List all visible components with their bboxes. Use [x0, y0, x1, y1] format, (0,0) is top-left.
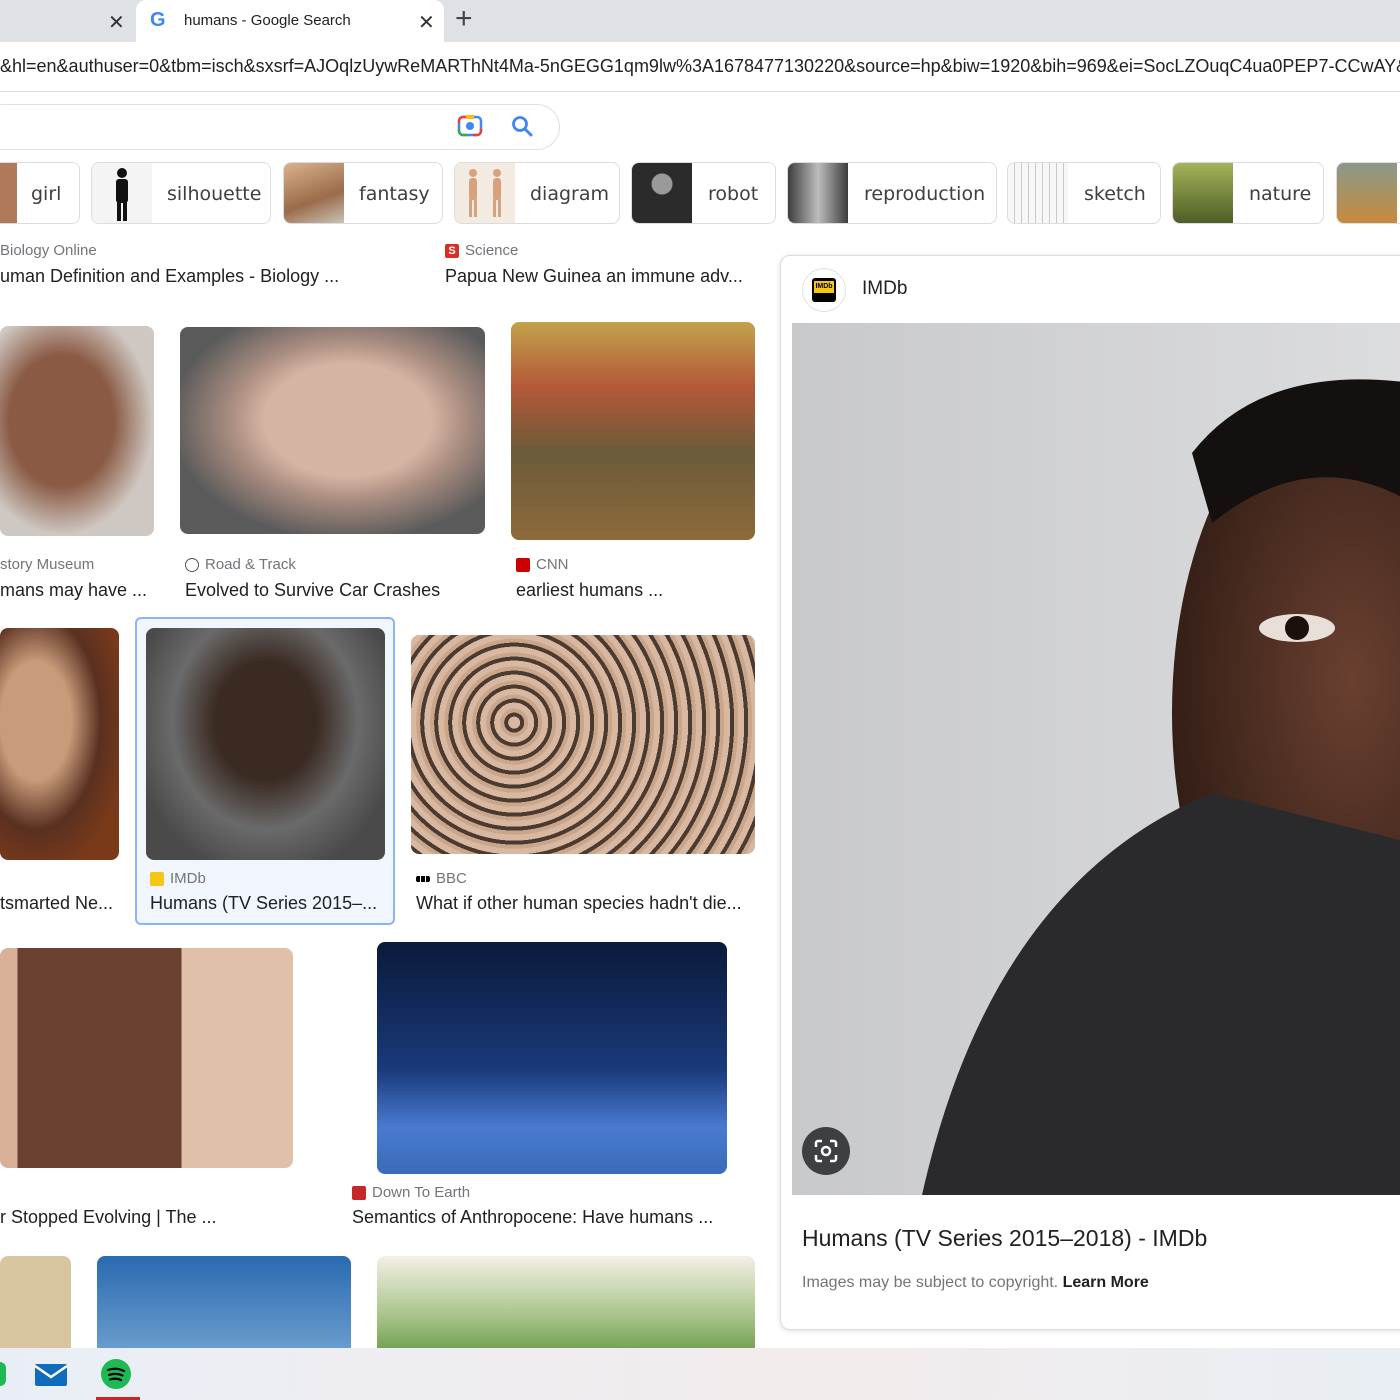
- learn-more-link[interactable]: Learn More: [1063, 1274, 1149, 1291]
- result-image[interactable]: [0, 1256, 71, 1356]
- chip-fantasy[interactable]: fantasy: [283, 162, 443, 224]
- result-source: BBC: [416, 870, 467, 887]
- result-title[interactable]: earliest humans ...: [516, 580, 663, 601]
- result-image[interactable]: [377, 1256, 755, 1356]
- imdb-logo-icon: IMDb: [812, 278, 836, 302]
- copyright-text: Images may be subject to copyright.: [802, 1274, 1063, 1291]
- chip-thumbnail: [788, 163, 848, 223]
- search-inside-image-button[interactable]: [802, 1127, 850, 1175]
- tab-title: humans - Google Search: [184, 12, 351, 29]
- copyright-notice: Images may be subject to copyright. Lear…: [802, 1274, 1149, 1292]
- taskbar: [0, 1348, 1400, 1400]
- tab-close-icon[interactable]: ✕: [108, 10, 125, 35]
- chip-thumbnail: [284, 163, 344, 223]
- chip-diagram[interactable]: diagram: [454, 162, 620, 224]
- chip-thumbnail: [92, 163, 152, 223]
- source-name: story Museum: [0, 556, 95, 573]
- panel-title[interactable]: Humans (TV Series 2015–2018) - IMDb: [802, 1225, 1207, 1252]
- chip-label: diagram: [530, 183, 610, 205]
- result-image[interactable]: [0, 326, 154, 536]
- result-source: S Science: [445, 242, 518, 259]
- result-title[interactable]: Semantics of Anthropocene: Have humans .…: [352, 1207, 713, 1228]
- chip-thumbnail: [1337, 163, 1397, 223]
- source-name: Science: [465, 242, 519, 259]
- chip-label: girl: [31, 183, 62, 205]
- result-title[interactable]: Humans (TV Series 2015–...: [150, 893, 377, 914]
- result-image[interactable]: [377, 942, 727, 1174]
- mail-icon[interactable]: [34, 1360, 68, 1390]
- search-icon[interactable]: [510, 114, 534, 138]
- source-name: BBC: [436, 870, 467, 887]
- result-title[interactable]: What if other human species hadn't die..…: [416, 893, 742, 914]
- tab-strip: ✕ G humans - Google Search ✕ +: [0, 0, 1400, 42]
- chip-thumbnail: [632, 163, 692, 223]
- chip-label: reproduction: [864, 183, 986, 205]
- panel-source-name[interactable]: IMDb: [862, 278, 907, 300]
- result-title[interactable]: Evolved to Survive Car Crashes: [185, 580, 440, 601]
- result-title[interactable]: mans may have ...: [0, 580, 147, 601]
- result-source: CNN: [516, 556, 569, 573]
- chip-thumbnail: [1008, 163, 1068, 223]
- app-icon[interactable]: [0, 1362, 6, 1386]
- chip-label: fantasy: [359, 183, 430, 205]
- tab-close-icon[interactable]: ✕: [418, 10, 435, 35]
- chip-thumbnail: [0, 163, 17, 223]
- address-bar[interactable]: &hl=en&authuser=0&tbm=isch&sxsrf=AJOqlzU…: [0, 42, 1400, 92]
- diagram-figures-icon: [469, 169, 501, 217]
- source-name: Down To Earth: [372, 1184, 471, 1201]
- chip-more[interactable]: [1336, 162, 1400, 224]
- imdb-logo-icon: [150, 871, 164, 886]
- silhouette-icon: [116, 168, 128, 221]
- source-name: Road & Track: [205, 556, 296, 573]
- logo-text: IMDb: [814, 281, 834, 293]
- chip-thumbnail: [455, 163, 515, 223]
- result-image[interactable]: [97, 1256, 351, 1356]
- chip-label: silhouette: [167, 183, 262, 205]
- result-image[interactable]: [511, 322, 755, 540]
- chip-nature[interactable]: nature: [1172, 162, 1324, 224]
- lens-scan-icon: [814, 1139, 838, 1163]
- result-title[interactable]: tsmarted Ne...: [0, 893, 113, 914]
- source-name: IMDb: [170, 870, 206, 887]
- chip-thumbnail: [1173, 163, 1233, 223]
- result-source: Down To Earth: [352, 1184, 470, 1201]
- chip-reproduction[interactable]: reproduction: [787, 162, 997, 224]
- result-source: Biology Online: [0, 242, 97, 259]
- result-title[interactable]: uman Definition and Examples - Biology .…: [0, 266, 339, 287]
- cnn-logo-icon: [516, 557, 530, 572]
- result-title[interactable]: Papua New Guinea an immune adv...: [445, 266, 743, 287]
- chip-silhouette[interactable]: silhouette: [91, 162, 271, 224]
- tab-active[interactable]: G humans - Google Search ✕: [136, 0, 444, 42]
- chip-label: nature: [1249, 183, 1312, 205]
- result-image[interactable]: [180, 327, 485, 534]
- chip-label: sketch: [1084, 183, 1146, 205]
- result-image[interactable]: [411, 635, 755, 854]
- down-to-earth-logo-icon: [352, 1185, 366, 1200]
- chip-girl[interactable]: girl: [0, 162, 80, 224]
- portrait-image: [792, 323, 1400, 1195]
- related-search-chips: girl silhouette fantasy diagram robot re…: [0, 162, 1400, 224]
- result-source: story Museum: [0, 556, 94, 573]
- source-name: CNN: [536, 556, 569, 573]
- panel-preview-image[interactable]: [792, 323, 1400, 1195]
- road-and-track-logo-icon: [185, 557, 199, 572]
- chip-robot[interactable]: robot: [631, 162, 776, 224]
- result-image[interactable]: [0, 628, 119, 860]
- result-title[interactable]: r Stopped Evolving | The ...: [0, 1207, 216, 1228]
- google-lens-icon[interactable]: [457, 113, 483, 139]
- result-source: Road & Track: [185, 556, 296, 573]
- chip-label: robot: [708, 183, 759, 205]
- tab-previous[interactable]: ✕: [0, 0, 136, 42]
- result-image[interactable]: [146, 628, 385, 860]
- chip-sketch[interactable]: sketch: [1007, 162, 1161, 224]
- google-favicon-icon: G: [150, 9, 166, 31]
- result-image[interactable]: [0, 948, 293, 1168]
- new-tab-button[interactable]: +: [455, 2, 473, 36]
- bbc-logo-icon: [416, 875, 430, 882]
- science-logo-icon: S: [445, 243, 459, 258]
- source-name: Biology Online: [0, 242, 97, 259]
- result-source: IMDb: [150, 870, 206, 887]
- spotify-icon[interactable]: [100, 1358, 132, 1390]
- url-text[interactable]: &hl=en&authuser=0&tbm=isch&sxsrf=AJOqlzU…: [0, 56, 1400, 77]
